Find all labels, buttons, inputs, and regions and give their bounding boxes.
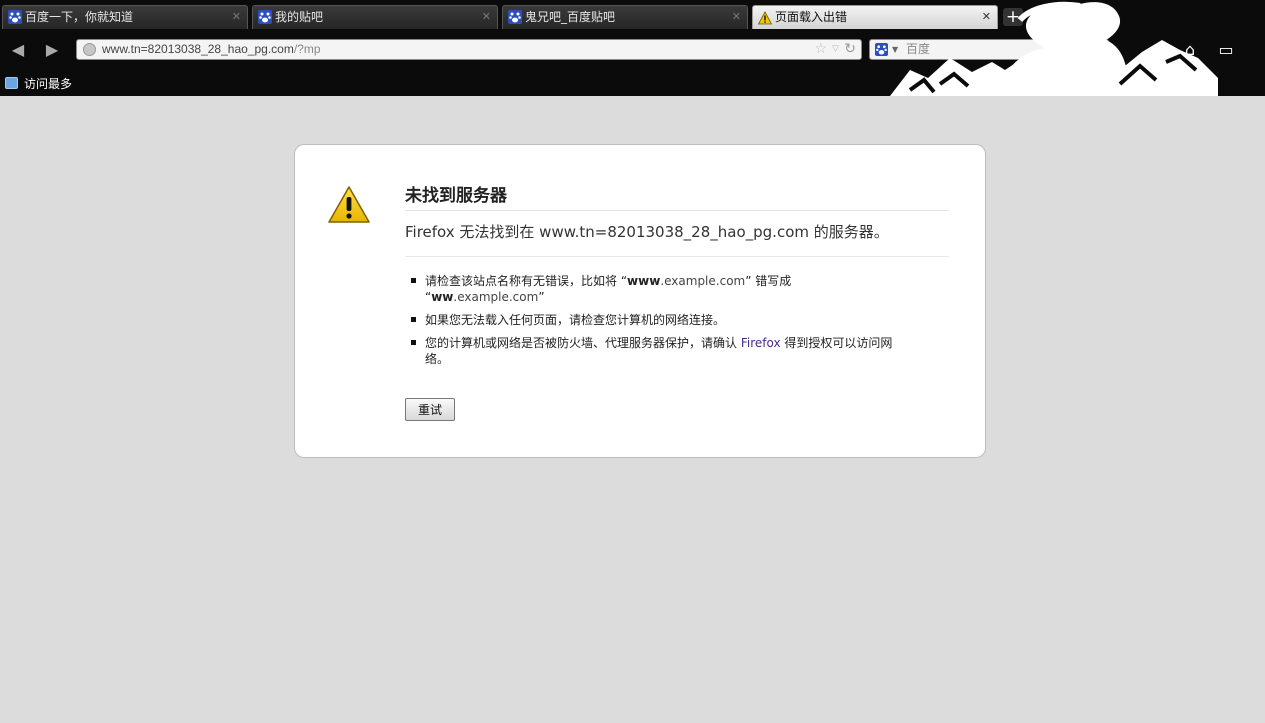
suggestion-text: 您的计算机或网络是否被防火墙、代理服务器保护，请确认 [425, 336, 741, 350]
tab-guixiong-tieba[interactable]: 鬼兄吧_百度贴吧 ✕ [502, 5, 748, 29]
tab-title: 页面载入出错 [775, 10, 848, 24]
back-button[interactable]: ◀ [6, 39, 30, 61]
error-page-container: 未找到服务器 Firefox 无法找到在 www.tn=82013038_28_… [294, 144, 986, 458]
url-bar[interactable]: www.tn=82013038_28_hao_pg.com/?mp ☆ ▽ ↻ [76, 39, 862, 60]
error-title: 未找到服务器 [405, 181, 949, 211]
suggestion-text: ” [538, 290, 545, 304]
site-identity-icon[interactable] [83, 43, 96, 56]
persona-theme-art [890, 1, 1218, 96]
close-icon[interactable]: ✕ [732, 6, 741, 28]
browser-chrome: 百度一下，你就知道 ✕ 我的贴吧 ✕ 鬼兄吧_百度贴吧 ✕ 页面载入出错 ✕ + [0, 0, 1265, 96]
url-path: /?mp [293, 42, 321, 56]
close-icon[interactable]: ✕ [482, 6, 491, 28]
error-short-description: Firefox 无法找到在 www.tn=82013038_28_hao_pg.… [405, 221, 949, 257]
url-text[interactable]: www.tn=82013038_28_hao_pg.com/?mp [102, 40, 321, 59]
tab-title: 百度一下，你就知道 [25, 10, 134, 24]
reload-icon[interactable]: ↻ [844, 40, 856, 59]
suggestion-domain: .example.com [660, 274, 746, 288]
suggestion-text: 如果您无法载入任何页面，请检查您计算机的网络连接。 [425, 313, 726, 327]
suggestion-host-bold: ww [431, 290, 454, 304]
list-item: 如果您无法载入任何页面，请检查您计算机的网络连接。 [405, 312, 905, 328]
tab-title: 我的贴吧 [275, 10, 324, 24]
firefox-brand-text: Firefox [740, 336, 781, 350]
url-host: www.tn=82013038_28_hao_pg.com [102, 42, 294, 56]
close-icon[interactable]: ✕ [232, 6, 241, 28]
bookmark-star-icon[interactable]: ☆ [814, 40, 827, 59]
tab-baidu-home[interactable]: 百度一下，你就知道 ✕ [2, 5, 248, 29]
baidu-paw-icon [508, 10, 522, 24]
smart-bookmark-icon [5, 77, 18, 89]
tab-title: 鬼兄吧_百度贴吧 [525, 10, 616, 24]
bookmark-most-visited[interactable]: 访问最多 [24, 75, 72, 92]
baidu-paw-icon [258, 10, 272, 24]
baidu-paw-icon [8, 10, 22, 24]
tab-my-tieba[interactable]: 我的贴吧 ✕ [252, 5, 498, 29]
list-item: 您的计算机或网络是否被防火墙、代理服务器保护，请确认 Firefox 得到授权可… [405, 335, 905, 367]
suggestion-domain: .example.com [453, 290, 539, 304]
suggestion-host-bold: www [627, 274, 661, 288]
retry-button[interactable]: 重试 [405, 398, 455, 421]
list-item: 请检查该站点名称有无错误，比如将 “www.example.com” 错写成 “… [405, 273, 905, 305]
warning-icon [328, 186, 370, 223]
forward-button[interactable]: ▶ [40, 39, 64, 61]
warning-icon [757, 10, 773, 25]
suggestion-text: 请检查该站点名称有无错误，比如将 “ [425, 274, 628, 288]
history-dropdown-icon[interactable]: ▽ [832, 40, 839, 59]
error-suggestions-list: 请检查该站点名称有无错误，比如将 “www.example.com” 错写成 “… [405, 273, 905, 374]
